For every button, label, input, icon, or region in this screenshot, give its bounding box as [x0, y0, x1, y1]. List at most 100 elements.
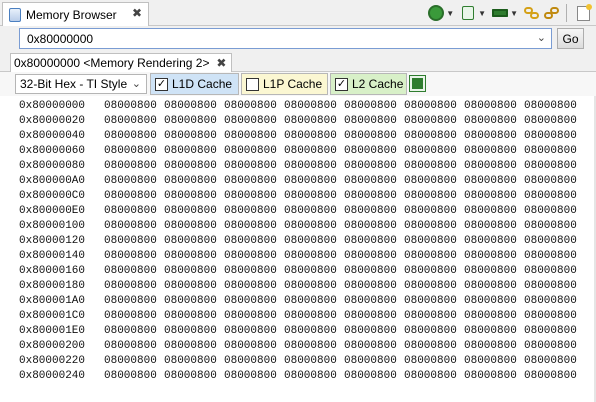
memory-cell[interactable]: 08000800	[404, 144, 457, 159]
memory-cell[interactable]: 08000800	[164, 279, 217, 294]
memory-cell[interactable]: 08000800	[284, 159, 337, 174]
memory-cell[interactable]: 08000800	[224, 324, 277, 339]
refresh-link-icon[interactable]	[543, 4, 561, 22]
memory-cell[interactable]: 08000800	[164, 144, 217, 159]
memory-cell[interactable]: 08000800	[404, 324, 457, 339]
memory-cell[interactable]: 08000800	[344, 354, 397, 369]
memory-cell[interactable]: 08000800	[164, 234, 217, 249]
memory-cell[interactable]: 08000800	[524, 129, 577, 144]
memory-cell[interactable]: 08000800	[344, 204, 397, 219]
memory-cell[interactable]: 08000800	[104, 114, 157, 129]
memory-grid[interactable]: 0x80000000 08000800 08000800 08000800 080008…	[0, 96, 596, 402]
memory-cell[interactable]: 08000800	[164, 369, 217, 384]
memory-cell[interactable]: 08000800	[344, 114, 397, 129]
memory-cell[interactable]: 08000800	[104, 264, 157, 279]
memory-cell[interactable]: 08000800	[464, 174, 517, 189]
memory-cell[interactable]: 08000800	[284, 234, 337, 249]
l2-cache-checkbox[interactable]: ✓	[335, 77, 348, 91]
memory-cell[interactable]: 08000800	[344, 219, 397, 234]
memory-cell[interactable]: 08000800	[404, 354, 457, 369]
memory-cell[interactable]: 08000800	[284, 369, 337, 384]
memory-cell[interactable]: 08000800	[524, 324, 577, 339]
memory-cell[interactable]: 08000800	[104, 354, 157, 369]
memory-cell[interactable]: 08000800	[344, 324, 397, 339]
memory-cell[interactable]: 08000800	[104, 219, 157, 234]
l1d-cache-toggle[interactable]: ✓ L1D Cache	[150, 73, 239, 95]
link-icon[interactable]	[523, 4, 541, 22]
memory-cell[interactable]: 08000800	[464, 264, 517, 279]
memory-cell[interactable]: 08000800	[404, 219, 457, 234]
memory-cell[interactable]: 08000800	[224, 129, 277, 144]
memory-cell[interactable]: 08000800	[404, 339, 457, 354]
memory-cell[interactable]: 08000800	[224, 114, 277, 129]
memory-cell[interactable]: 08000800	[524, 144, 577, 159]
memory-cell[interactable]: 08000800	[104, 174, 157, 189]
chevron-down-icon[interactable]: ⌄	[132, 77, 141, 90]
memory-cell[interactable]: 08000800	[224, 144, 277, 159]
l1p-cache-toggle[interactable]: L1P Cache	[241, 73, 328, 95]
memory-cell[interactable]: 08000800	[404, 189, 457, 204]
memory-cell[interactable]: 08000800	[224, 219, 277, 234]
memory-cell[interactable]: 08000800	[224, 99, 277, 114]
memory-cell[interactable]: 08000800	[104, 204, 157, 219]
memory-cell[interactable]: 08000800	[344, 144, 397, 159]
memory-cell[interactable]: 08000800	[404, 369, 457, 384]
memory-browser-tab[interactable]: Memory Browser ✖	[2, 2, 149, 26]
memory-cell[interactable]: 08000800	[344, 174, 397, 189]
memory-cell[interactable]: 08000800	[284, 324, 337, 339]
memory-cell[interactable]: 08000800	[284, 354, 337, 369]
memory-cell[interactable]: 08000800	[464, 339, 517, 354]
memory-cell[interactable]: 08000800	[224, 309, 277, 324]
memory-rendering-tab[interactable]: 0x80000000 <Memory Rendering 2> ✖	[10, 53, 233, 72]
memory-cell[interactable]: 08000800	[284, 294, 337, 309]
memory-cell[interactable]: 08000800	[524, 234, 577, 249]
memory-cell[interactable]: 08000800	[404, 129, 457, 144]
memory-cell[interactable]: 08000800	[404, 294, 457, 309]
memory-cell[interactable]: 08000800	[464, 324, 517, 339]
memory-cell[interactable]: 08000800	[464, 279, 517, 294]
memory-cell[interactable]: 08000800	[524, 114, 577, 129]
memory-cell[interactable]: 08000800	[344, 249, 397, 264]
l1d-cache-checkbox[interactable]: ✓	[155, 77, 168, 91]
memory-cell[interactable]: 08000800	[104, 234, 157, 249]
memory-cell[interactable]: 08000800	[164, 354, 217, 369]
memory-cell[interactable]: 08000800	[224, 204, 277, 219]
chevron-down-icon[interactable]: ▼	[478, 9, 486, 18]
memory-cell[interactable]: 08000800	[224, 279, 277, 294]
memory-cell[interactable]: 08000800	[524, 204, 577, 219]
memory-cell[interactable]: 08000800	[344, 309, 397, 324]
memory-cell[interactable]: 08000800	[104, 339, 157, 354]
memory-cell[interactable]: 08000800	[464, 159, 517, 174]
memory-cell[interactable]: 08000800	[344, 234, 397, 249]
memory-cell[interactable]: 08000800	[464, 129, 517, 144]
memory-cell[interactable]: 08000800	[524, 264, 577, 279]
memory-card-icon[interactable]	[491, 4, 509, 22]
memory-cell[interactable]: 08000800	[404, 159, 457, 174]
memory-cell[interactable]: 08000800	[284, 114, 337, 129]
memory-cell[interactable]: 08000800	[104, 294, 157, 309]
memory-cell[interactable]: 08000800	[224, 354, 277, 369]
memory-cell[interactable]: 08000800	[464, 234, 517, 249]
memory-cell[interactable]: 08000800	[164, 219, 217, 234]
memory-cell[interactable]: 08000800	[284, 339, 337, 354]
memory-cell[interactable]: 08000800	[404, 234, 457, 249]
memory-cell[interactable]: 08000800	[464, 99, 517, 114]
memory-cell[interactable]: 08000800	[164, 204, 217, 219]
memory-cell[interactable]: 08000800	[524, 339, 577, 354]
memory-cell[interactable]: 08000800	[404, 174, 457, 189]
chip-gear-icon[interactable]	[427, 4, 445, 22]
new-document-icon[interactable]	[574, 3, 592, 22]
memory-cell[interactable]: 08000800	[344, 99, 397, 114]
memory-cell[interactable]: 08000800	[464, 294, 517, 309]
close-rendering-icon[interactable]: ✖	[216, 56, 226, 70]
memory-cell[interactable]: 08000800	[404, 204, 457, 219]
memory-cell[interactable]: 08000800	[524, 369, 577, 384]
memory-cell[interactable]: 08000800	[464, 354, 517, 369]
memory-cell[interactable]: 08000800	[164, 249, 217, 264]
memory-cell[interactable]: 08000800	[284, 189, 337, 204]
memory-cell[interactable]: 08000800	[104, 309, 157, 324]
memory-cell[interactable]: 08000800	[524, 219, 577, 234]
memory-cell[interactable]: 08000800	[224, 339, 277, 354]
memory-cell[interactable]: 08000800	[344, 369, 397, 384]
memory-cell[interactable]: 08000800	[344, 294, 397, 309]
